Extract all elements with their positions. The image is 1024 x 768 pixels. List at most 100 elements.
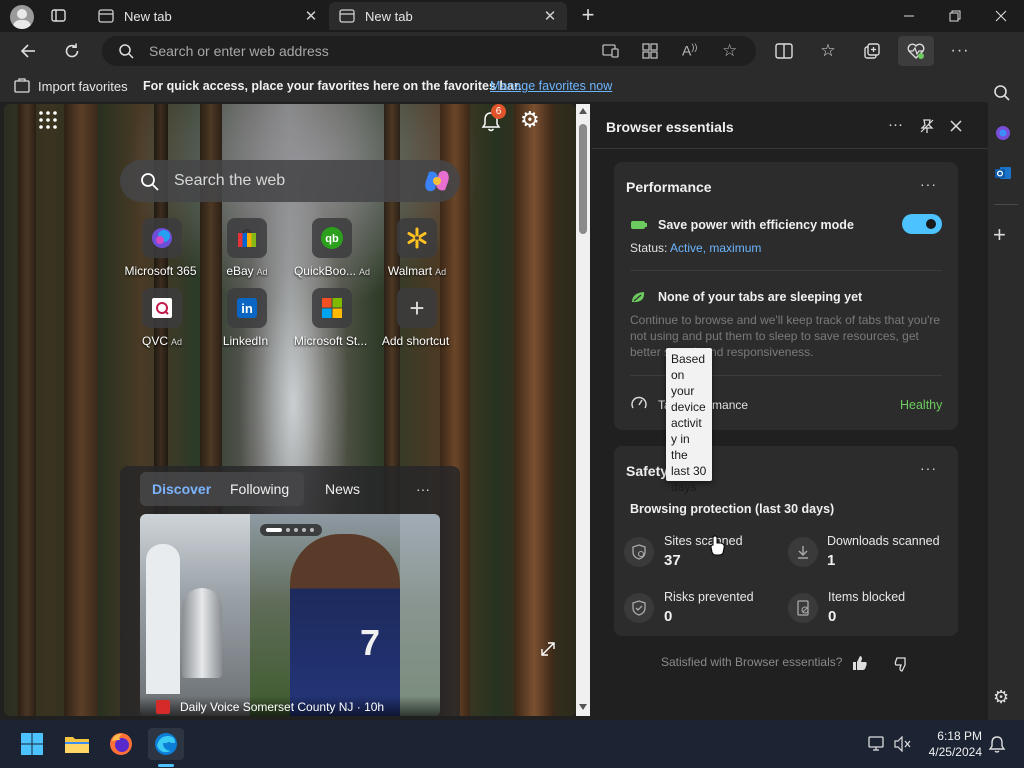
thumbs-up-icon[interactable] xyxy=(852,655,868,671)
ad-label: Ad xyxy=(256,267,268,277)
sidebar-divider xyxy=(994,204,1018,205)
speedometer-icon xyxy=(630,394,648,412)
scroll-down-arrow[interactable] xyxy=(579,704,587,710)
microsoft-store-icon xyxy=(312,288,352,328)
search-icon xyxy=(118,43,134,59)
toggle-knob xyxy=(926,219,936,229)
web-search-box[interactable]: Search the web xyxy=(120,160,460,202)
carousel-dot xyxy=(310,528,314,532)
page-scrollbar[interactable] xyxy=(576,104,590,716)
back-button[interactable] xyxy=(13,36,43,66)
tab-actions-icon[interactable] xyxy=(50,8,68,24)
shortcut-name: QuickBoo... xyxy=(293,264,356,278)
safety-more-icon[interactable]: ··· xyxy=(920,460,937,476)
notifications-icon[interactable] xyxy=(988,735,1006,753)
news-card[interactable]: 7 Daily Voice Somerset County NJ · 10h xyxy=(140,514,440,716)
profile-avatar[interactable] xyxy=(10,5,34,29)
favorite-star-icon[interactable]: ☆ xyxy=(722,41,737,61)
trophy xyxy=(182,588,222,678)
background-tree xyxy=(18,104,36,716)
sidebar-settings-icon[interactable]: ⚙ xyxy=(993,687,1009,708)
manage-favorites-link[interactable]: Manage favorites now xyxy=(490,79,612,93)
browsing-protection-subtitle: Browsing protection (last 30 days) xyxy=(630,502,835,516)
pane-more-icon[interactable]: ··· xyxy=(888,116,903,133)
safety-title: Safety xyxy=(626,463,669,479)
sidebar-outlook-icon[interactable] xyxy=(994,164,1012,182)
status-value[interactable]: Active, maximum xyxy=(670,241,761,255)
shortcut-walmart[interactable]: Walmart Ad xyxy=(367,218,467,288)
news-photo-left xyxy=(140,514,250,716)
thumbs-down-icon[interactable] xyxy=(894,656,910,672)
page-settings-icon[interactable]: ⚙ xyxy=(520,107,540,133)
read-aloud-icon[interactable]: A)) xyxy=(682,42,697,59)
minimize-button[interactable] xyxy=(886,0,932,32)
restore-button[interactable] xyxy=(932,0,978,32)
address-placeholder: Search or enter web address xyxy=(149,43,329,59)
apps-grid-icon[interactable] xyxy=(642,43,658,59)
browser-essentials-pane: Browser essentials ··· Performance ··· S… xyxy=(592,104,988,720)
tab-discover[interactable]: Discover xyxy=(152,472,211,506)
close-pane-icon[interactable] xyxy=(949,119,963,133)
pane-header-divider xyxy=(592,148,988,149)
tab-icon xyxy=(98,8,114,24)
browser-essentials-button[interactable] xyxy=(898,36,934,66)
efficiency-mode-label: Save power with efficiency mode xyxy=(658,218,854,232)
file-explorer-icon[interactable] xyxy=(61,728,93,760)
split-screen-button[interactable] xyxy=(769,36,799,66)
network-icon[interactable] xyxy=(868,736,886,752)
risks-prevented-label: Risks prevented xyxy=(664,590,754,604)
copilot-icon[interactable] xyxy=(422,168,452,194)
sites-scanned-value: 37 xyxy=(664,552,681,569)
status-prefix: Status: xyxy=(630,241,668,255)
feed-more-button[interactable]: ··· xyxy=(416,472,430,506)
address-bar[interactable]: Search or enter web address A)) ☆ xyxy=(102,36,756,66)
clock-date: 4/25/2024 xyxy=(928,745,982,759)
close-window-button[interactable] xyxy=(978,0,1024,32)
expand-icon[interactable] xyxy=(540,641,556,657)
tab-title: New tab xyxy=(124,8,172,24)
background-tree xyxy=(64,104,98,716)
shortcut-add[interactable]: + Add shortcut xyxy=(367,288,467,358)
start-button[interactable] xyxy=(16,728,48,760)
import-favorites-link[interactable]: Import favorites xyxy=(38,79,128,94)
performance-more-icon[interactable]: ··· xyxy=(920,176,937,192)
sidebar-copilot-icon[interactable] xyxy=(994,124,1012,142)
feedback-question: Satisfied with Browser essentials? xyxy=(661,655,843,669)
efficiency-leaf-icon xyxy=(630,218,648,232)
close-tab-icon[interactable]: ✕ xyxy=(539,5,561,27)
tab-following[interactable]: Following xyxy=(230,472,289,506)
refresh-button[interactable] xyxy=(57,36,87,66)
edge-taskbar-icon[interactable] xyxy=(148,728,184,760)
carousel-dot xyxy=(286,528,290,532)
close-tab-icon[interactable]: ✕ xyxy=(300,5,322,27)
person-figure xyxy=(146,544,180,694)
shortcut-name: QVC xyxy=(141,334,168,348)
toolbar: Search or enter web address A)) ☆ ☆ ··· xyxy=(0,32,1024,93)
scroll-up-arrow[interactable] xyxy=(579,108,587,114)
sidebar-add-icon[interactable]: + xyxy=(993,224,1006,246)
efficiency-toggle[interactable] xyxy=(902,214,942,234)
tab-1[interactable]: New tab ✕ xyxy=(88,2,328,30)
app-available-icon[interactable] xyxy=(602,43,620,59)
pin-pane-icon[interactable] xyxy=(919,118,935,134)
tab-news[interactable]: News xyxy=(325,472,360,506)
scroll-thumb[interactable] xyxy=(579,124,587,234)
favorites-button[interactable]: ☆ xyxy=(813,36,843,66)
carousel-indicator xyxy=(260,524,322,536)
sidebar-search-icon[interactable] xyxy=(993,84,1011,102)
tab-2-active[interactable]: New tab ✕ xyxy=(329,2,567,30)
apps-launcher-icon[interactable] xyxy=(38,110,58,130)
firefox-icon[interactable] xyxy=(105,728,137,760)
background-tree xyxy=(514,104,554,716)
settings-more-button[interactable]: ··· xyxy=(945,36,975,66)
clock[interactable]: 6:18 PM 4/25/2024 xyxy=(922,728,982,760)
walmart-icon xyxy=(397,218,437,258)
new-tab-button[interactable]: + xyxy=(577,4,599,27)
shortcut-name: Add shortcut xyxy=(381,334,450,348)
collections-button[interactable] xyxy=(857,36,887,66)
tab-performance-status: Healthy xyxy=(900,398,943,412)
search-icon xyxy=(140,172,160,192)
news-source: Daily Voice Somerset County NJ · 10h xyxy=(180,700,385,714)
microsoft-365-icon xyxy=(142,218,182,258)
volume-muted-icon[interactable] xyxy=(894,736,912,752)
